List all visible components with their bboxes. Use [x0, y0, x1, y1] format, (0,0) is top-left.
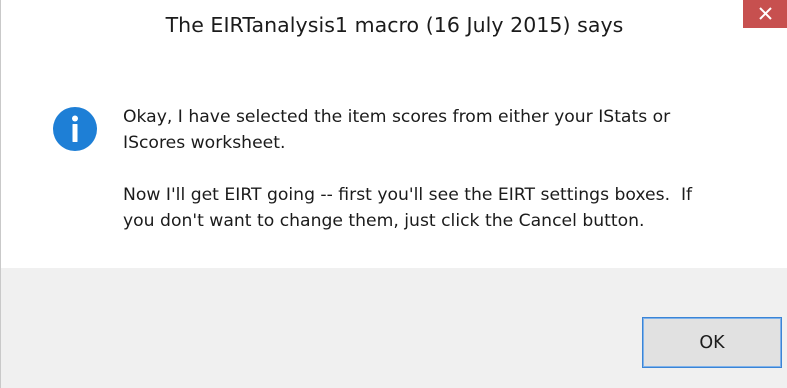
message-text: Okay, I have selected the item scores fr…: [123, 104, 763, 234]
info-icon: [53, 107, 97, 151]
ok-button[interactable]: OK: [642, 317, 782, 368]
dialog-content: Okay, I have selected the item scores fr…: [1, 58, 787, 268]
message-paragraph-2: Now I'll get EIRT going -- first you'll …: [123, 185, 693, 231]
message-paragraph-1: Okay, I have selected the item scores fr…: [123, 107, 671, 153]
message-dialog: The EIRTanalysis1 macro (16 July 2015) s…: [0, 0, 787, 388]
close-icon: [759, 7, 772, 20]
dialog-title: The EIRTanalysis1 macro (16 July 2015) s…: [165, 13, 624, 37]
title-bar: The EIRTanalysis1 macro (16 July 2015) s…: [1, 0, 787, 58]
close-button[interactable]: [743, 0, 787, 28]
dialog-footer: OK: [1, 268, 787, 388]
